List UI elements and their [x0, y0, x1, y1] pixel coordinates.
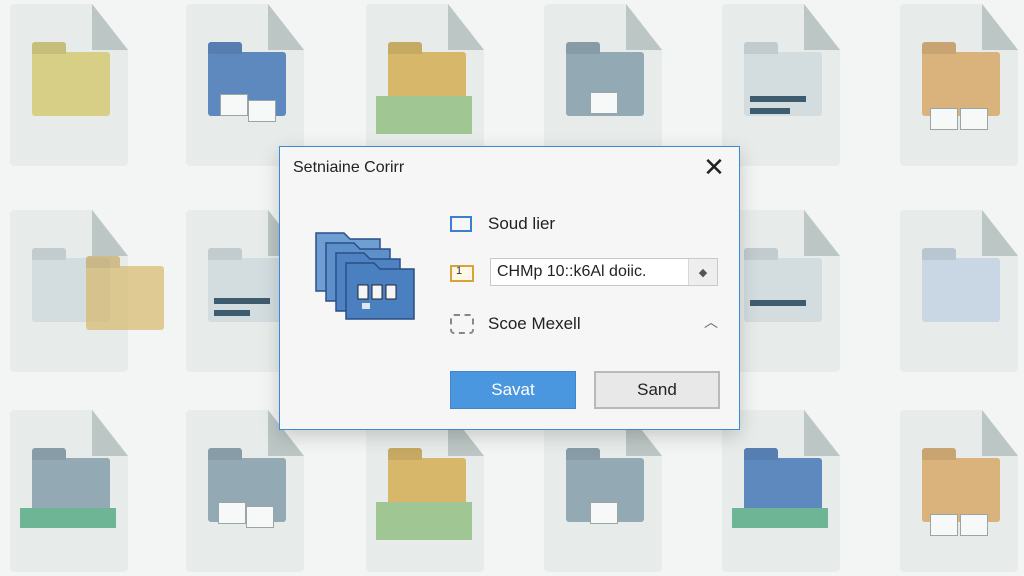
- dashed-box-icon: [450, 314, 474, 334]
- file-tile: [722, 4, 840, 166]
- folder-icon: [744, 52, 822, 116]
- file-tile: [10, 410, 128, 572]
- folder-badge: 1: [456, 265, 463, 277]
- file-tile: [366, 4, 484, 166]
- folder-icon: [744, 258, 822, 322]
- folder-icon: [922, 52, 1000, 116]
- file-tile: [544, 410, 662, 572]
- option-label: Soud lier: [488, 214, 556, 233]
- folder-stack-icon: [315, 232, 415, 320]
- close-icon[interactable]: ✕: [701, 154, 727, 181]
- path-input[interactable]: CHMp 10::k6Al doiic. ◆: [490, 258, 718, 286]
- file-tile: [722, 410, 840, 572]
- spinner-icon[interactable]: ◆: [688, 259, 717, 285]
- checkbox-icon[interactable]: [450, 216, 472, 232]
- file-tile: [186, 410, 304, 572]
- folder-icon: [922, 458, 1000, 522]
- folder-icon: [922, 258, 1000, 322]
- secondary-button[interactable]: Sand: [594, 371, 720, 409]
- chevron-up-icon[interactable]: ︿: [704, 315, 718, 329]
- path-row: 1 CHMp 10::k6Al doiic. ◆: [450, 257, 718, 287]
- option-row[interactable]: Scoe Mexell: [450, 309, 581, 339]
- primary-button[interactable]: Savat: [450, 371, 576, 409]
- dialog: Setniaine Corirr ✕ Soud lier 1 CHMp 10::…: [279, 146, 740, 430]
- file-tile: [900, 4, 1018, 166]
- file-tile: [900, 210, 1018, 372]
- option-label: Scoe Mexell: [488, 314, 581, 333]
- file-tile: [366, 410, 484, 572]
- path-value: CHMp 10::k6Al doiic.: [497, 263, 647, 280]
- dialog-title: Setniaine Corirr: [293, 159, 405, 176]
- folder-icon: [86, 266, 164, 330]
- file-tile: [186, 4, 304, 166]
- option-row[interactable]: Soud lier: [450, 209, 555, 239]
- file-tile: [544, 4, 662, 166]
- file-tile: [900, 410, 1018, 572]
- file-tile: [10, 210, 164, 372]
- folder-icon: [32, 52, 110, 116]
- file-tile: [10, 4, 128, 166]
- folder-icon[interactable]: 1: [450, 261, 476, 283]
